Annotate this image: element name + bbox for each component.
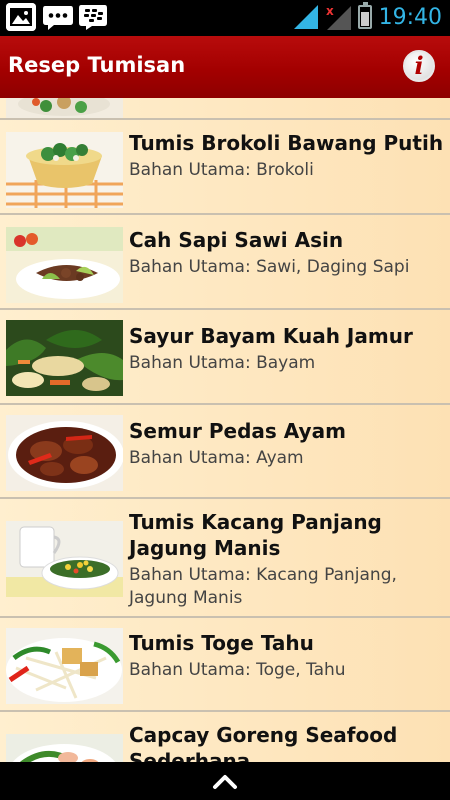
recipe-ingredients: Bahan Utama: Kacang Panjang, Jagung Mani… <box>129 564 447 610</box>
recipe-thumbnail <box>6 628 123 704</box>
list-item[interactable]: Sayur Bayam Kuah Jamur Bahan Utama: Baya… <box>0 312 450 405</box>
recipe-title: Cah Sapi Sawi Asin <box>129 228 344 252</box>
list-item[interactable]: Tumis Kacang Panjang Jagung Manis Bahan … <box>0 501 450 618</box>
recipe-thumbnail <box>6 132 123 208</box>
ingredients-label: Bahan Utama: <box>129 353 257 373</box>
recipe-ingredients: Bahan Utama: Ayam <box>129 447 447 470</box>
recipe-thumbnail <box>6 320 123 396</box>
list-item[interactable]: Capcay Goreng Seafood Sederhana <box>0 714 450 762</box>
recipe-ingredients: Bahan Utama: Brokoli <box>129 159 447 182</box>
recipe-title: Tumis Toge Tahu <box>129 631 314 655</box>
ingredients-value: Brokoli <box>256 160 314 180</box>
list-item[interactable]: Tumis Toge Tahu Bahan Utama: Toge, Tahu <box>0 620 450 712</box>
signal-icon <box>293 5 318 29</box>
ingredients-label: Bahan Utama: <box>129 660 257 680</box>
recipe-thumbnail <box>6 734 123 762</box>
ingredients-label: Bahan Utama: <box>129 257 257 277</box>
info-icon: i <box>414 51 424 80</box>
recipe-thumbnail <box>6 415 123 491</box>
ingredients-value: Toge, Tahu <box>256 660 346 680</box>
scroll-up-button[interactable] <box>210 770 240 792</box>
ingredients-value: Ayam <box>256 448 304 468</box>
app-title: Resep Tumisan <box>8 53 186 77</box>
status-bar: x 19:40 <box>0 0 450 36</box>
ingredients-label: Bahan Utama: <box>129 448 257 468</box>
app-bar: Resep Tumisan i <box>0 36 450 98</box>
recipe-thumbnail <box>6 98 123 118</box>
recipe-title: Sayur Bayam Kuah Jamur <box>129 324 413 348</box>
list-item[interactable] <box>0 98 450 120</box>
recipe-ingredients: Bahan Utama: Bayam <box>129 352 447 375</box>
recipe-ingredients: Bahan Utama: Sawi, Daging Sapi <box>129 256 447 279</box>
recipe-list[interactable]: Tumis Brokoli Bawang Putih Bahan Utama: … <box>0 98 450 762</box>
recipe-title: Capcay Goreng Seafood Sederhana <box>129 723 398 762</box>
bottom-bar <box>0 762 450 800</box>
recipe-ingredients: Bahan Utama: Toge, Tahu <box>129 659 447 682</box>
list-item[interactable]: Cah Sapi Sawi Asin Bahan Utama: Sawi, Da… <box>0 217 450 310</box>
clock: 19:40 <box>378 4 442 30</box>
ingredients-value: Sawi, Daging Sapi <box>256 257 410 277</box>
recipe-thumbnail <box>6 521 123 597</box>
info-button[interactable]: i <box>403 50 435 82</box>
svg-text:x: x <box>326 4 334 18</box>
battery-icon <box>357 2 372 29</box>
list-item[interactable]: Semur Pedas Ayam Bahan Utama: Ayam <box>0 407 450 499</box>
recipe-title: Semur Pedas Ayam <box>129 419 346 443</box>
ingredients-label: Bahan Utama: <box>129 565 257 585</box>
recipe-title: Tumis Kacang Panjang Jagung Manis <box>129 510 382 560</box>
chat-icon <box>42 3 73 31</box>
signal-no-service-icon: x <box>326 4 351 30</box>
gallery-icon <box>6 3 36 31</box>
list-item[interactable]: Tumis Brokoli Bawang Putih Bahan Utama: … <box>0 122 450 215</box>
chevron-up-icon <box>213 775 237 789</box>
bbm-icon <box>78 3 108 31</box>
ingredients-value: Bayam <box>256 353 316 373</box>
recipe-title: Tumis Brokoli Bawang Putih <box>129 131 444 155</box>
recipe-thumbnail <box>6 227 123 303</box>
ingredients-label: Bahan Utama: <box>129 160 257 180</box>
